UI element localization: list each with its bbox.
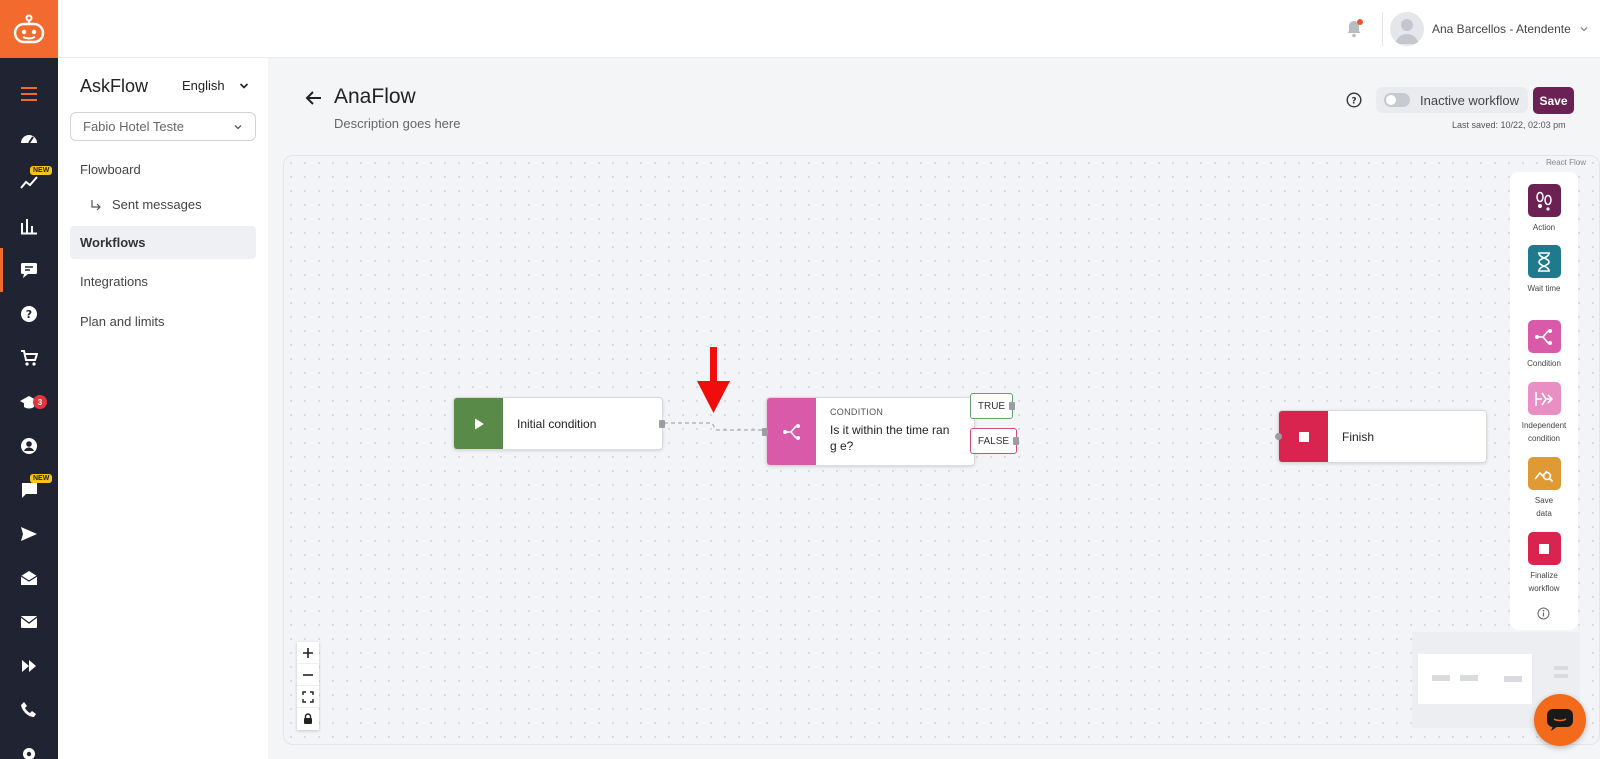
palette-icon-box (1527, 245, 1561, 278)
minimap-node (1504, 676, 1522, 682)
palette-item-finalize-workflow[interactable]: Finalize workflow (1510, 532, 1578, 595)
palette-icon-box (1527, 320, 1561, 353)
palette-item-wait-time[interactable]: Wait time (1510, 245, 1578, 295)
flow-edges (664, 347, 766, 431)
palette-label: Action (1532, 223, 1556, 232)
node-kicker: CONDITION (830, 407, 884, 417)
footprints-icon (1536, 191, 1552, 211)
branch-false[interactable]: FALSE (970, 428, 1017, 454)
stop-icon (1298, 431, 1309, 442)
palette-icon-box (1527, 457, 1561, 490)
edge-start-to-condition (664, 422, 766, 431)
fork-icon (1535, 391, 1554, 406)
minus-icon (303, 673, 313, 676)
false-source-handle[interactable] (1013, 437, 1019, 445)
red-arrow-head (697, 381, 730, 413)
fit-view-button[interactable] (297, 686, 319, 708)
node-initial-condition[interactable]: Initial condition (453, 397, 665, 450)
palette-label: Wait time (1527, 284, 1561, 293)
branch-icon (782, 423, 800, 440)
minimap-node (1460, 675, 1478, 681)
node-label: Finish (1342, 429, 1375, 444)
palette-item-condition[interactable]: Condition (1510, 320, 1578, 370)
plus-icon (303, 647, 313, 658)
node-finish[interactable]: Finish (1275, 410, 1487, 463)
palette-icon-box (1527, 532, 1561, 565)
zoom-in-button[interactable] (297, 642, 319, 664)
palette-item-action[interactable]: Action (1510, 184, 1578, 234)
palette-label: Finalize workflow (1528, 571, 1560, 593)
play-icon (474, 418, 484, 429)
node-label: Initial condition (517, 416, 597, 431)
branch-true-label: TRUE (977, 400, 1006, 412)
fit-view-icon (302, 690, 314, 703)
node-icon-box (1279, 411, 1328, 462)
target-handle[interactable] (1275, 433, 1282, 440)
true-source-handle[interactable] (1009, 402, 1015, 410)
minimap-node (1554, 674, 1568, 678)
zoom-out-button[interactable] (297, 664, 319, 686)
palette-label: Save data (1534, 496, 1554, 518)
chat-widget-button[interactable] (1534, 694, 1586, 746)
lock-button[interactable] (297, 708, 319, 730)
node-icon-box (767, 398, 816, 465)
source-handle[interactable] (659, 420, 665, 428)
palette-label: Condition (1527, 359, 1561, 368)
palette-item-independent-condition[interactable]: Independent condition (1510, 382, 1578, 445)
hourglass-icon (1538, 251, 1550, 272)
node-label: Is it within the time rang e? (830, 423, 950, 453)
branch-true[interactable]: TRUE (970, 393, 1013, 419)
lock-icon (304, 713, 312, 724)
chart-search-icon (1534, 470, 1554, 482)
canvas-controls (297, 642, 319, 730)
node-icon-box (454, 398, 503, 449)
target-handle[interactable] (762, 428, 768, 436)
minimap-node (1554, 666, 1568, 670)
red-arrow-shaft (710, 347, 717, 383)
branch-icon (1535, 328, 1552, 345)
palette-item-save-data[interactable]: Save data (1510, 457, 1578, 520)
node-content: CONDITION Is it within the time rang e? (816, 398, 956, 465)
node-palette: Action Wait time Condition Independent c… (1510, 172, 1578, 630)
info-icon[interactable] (1537, 607, 1550, 620)
palette-label: Independent condition (1521, 421, 1567, 443)
palette-icon-box (1527, 382, 1561, 415)
branch-false-label: FALSE (977, 435, 1010, 447)
chat-bubble-icon (1547, 709, 1573, 731)
minimap-node (1432, 675, 1450, 681)
node-condition[interactable]: CONDITION Is it within the time rang e? (762, 397, 975, 466)
palette-icon-box (1527, 184, 1561, 217)
stop-icon (1539, 543, 1549, 554)
